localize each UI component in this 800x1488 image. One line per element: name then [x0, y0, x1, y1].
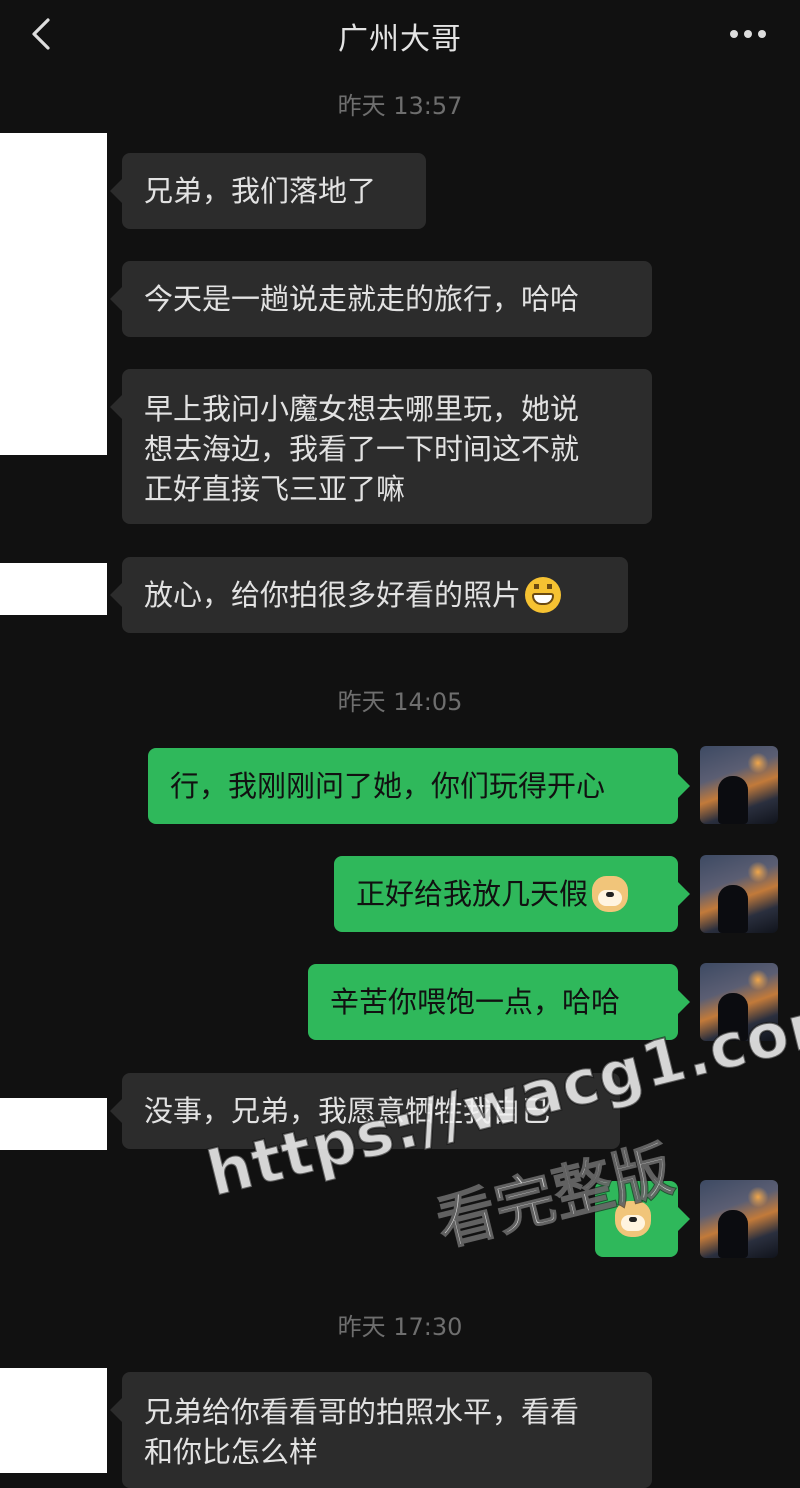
message-text: 正好给我放几天假 — [356, 877, 589, 911]
message-bubble-in[interactable]: 今天是一趟说走就走的旅行，哈哈 — [110, 261, 652, 337]
chat-header: 广州大哥 — [0, 0, 800, 70]
message-bubble-in[interactable]: 兄弟给你看看哥的拍照水平，看看 和你比怎么样 — [110, 1372, 652, 1488]
message-bubble-out[interactable]: 正好给我放几天假 — [334, 856, 690, 932]
message-text: 今天是一趟说走就走的旅行，哈哈 — [144, 282, 580, 316]
message-bubble-in[interactable]: 早上我问小魔女想去哪里玩，她说 想去海边，我看了一下时间这不就 正好直接飞三亚了… — [110, 369, 652, 524]
more-dots-icon — [730, 30, 766, 38]
doge-icon — [615, 1201, 651, 1237]
message-text: 放心，给你拍很多好看的照片 — [144, 578, 522, 612]
grinning-face-icon — [525, 577, 562, 613]
timestamp: 昨天 13:57 — [337, 92, 463, 120]
message-text: 辛苦你喂饱一点，哈哈 — [330, 985, 621, 1019]
contact-avatar[interactable] — [0, 1098, 107, 1150]
contact-avatar[interactable] — [0, 1368, 107, 1473]
message-text-line: 早上我问小魔女想去哪里玩，她说 — [144, 392, 580, 426]
message-text: 没事，兄弟，我愿意牺牲我自己 — [144, 1094, 551, 1128]
message-text: 行，我刚刚问了她，你们玩得开心 — [170, 769, 606, 803]
more-button[interactable] — [726, 14, 770, 54]
contact-avatar[interactable] — [0, 133, 107, 455]
my-avatar[interactable] — [700, 855, 778, 933]
contact-avatar[interactable] — [0, 563, 107, 615]
my-avatar[interactable] — [700, 746, 778, 824]
timestamp: 昨天 17:30 — [337, 1313, 463, 1341]
message-text-line: 想去海边，我看了一下时间这不就 — [144, 432, 580, 466]
message-bubble-out[interactable]: 辛苦你喂饱一点，哈哈 — [308, 964, 690, 1040]
my-avatar[interactable] — [700, 963, 778, 1041]
message-bubble-out[interactable] — [595, 1181, 690, 1257]
watermark: https://wacg1.com 看完整版 — [199, 979, 800, 1354]
my-avatar[interactable] — [700, 1180, 778, 1258]
doge-icon — [592, 876, 629, 912]
message-bubble-in[interactable]: 兄弟，我们落地了 — [110, 153, 426, 229]
message-bubble-in[interactable]: 没事，兄弟，我愿意牺牲我自己 — [110, 1073, 620, 1149]
chat-title: 广州大哥 — [338, 22, 462, 57]
message-text-line: 正好直接飞三亚了嘛 — [144, 472, 406, 506]
timestamp: 昨天 14:05 — [337, 688, 463, 716]
message-text-line: 和你比怎么样 — [144, 1435, 319, 1469]
message-text: 兄弟，我们落地了 — [144, 174, 377, 208]
message-text-line: 兄弟给你看看哥的拍照水平，看看 — [144, 1395, 580, 1429]
message-bubble-out[interactable]: 行，我刚刚问了她，你们玩得开心 — [148, 748, 690, 824]
message-bubble-in[interactable]: 放心，给你拍很多好看的照片 — [110, 557, 628, 633]
